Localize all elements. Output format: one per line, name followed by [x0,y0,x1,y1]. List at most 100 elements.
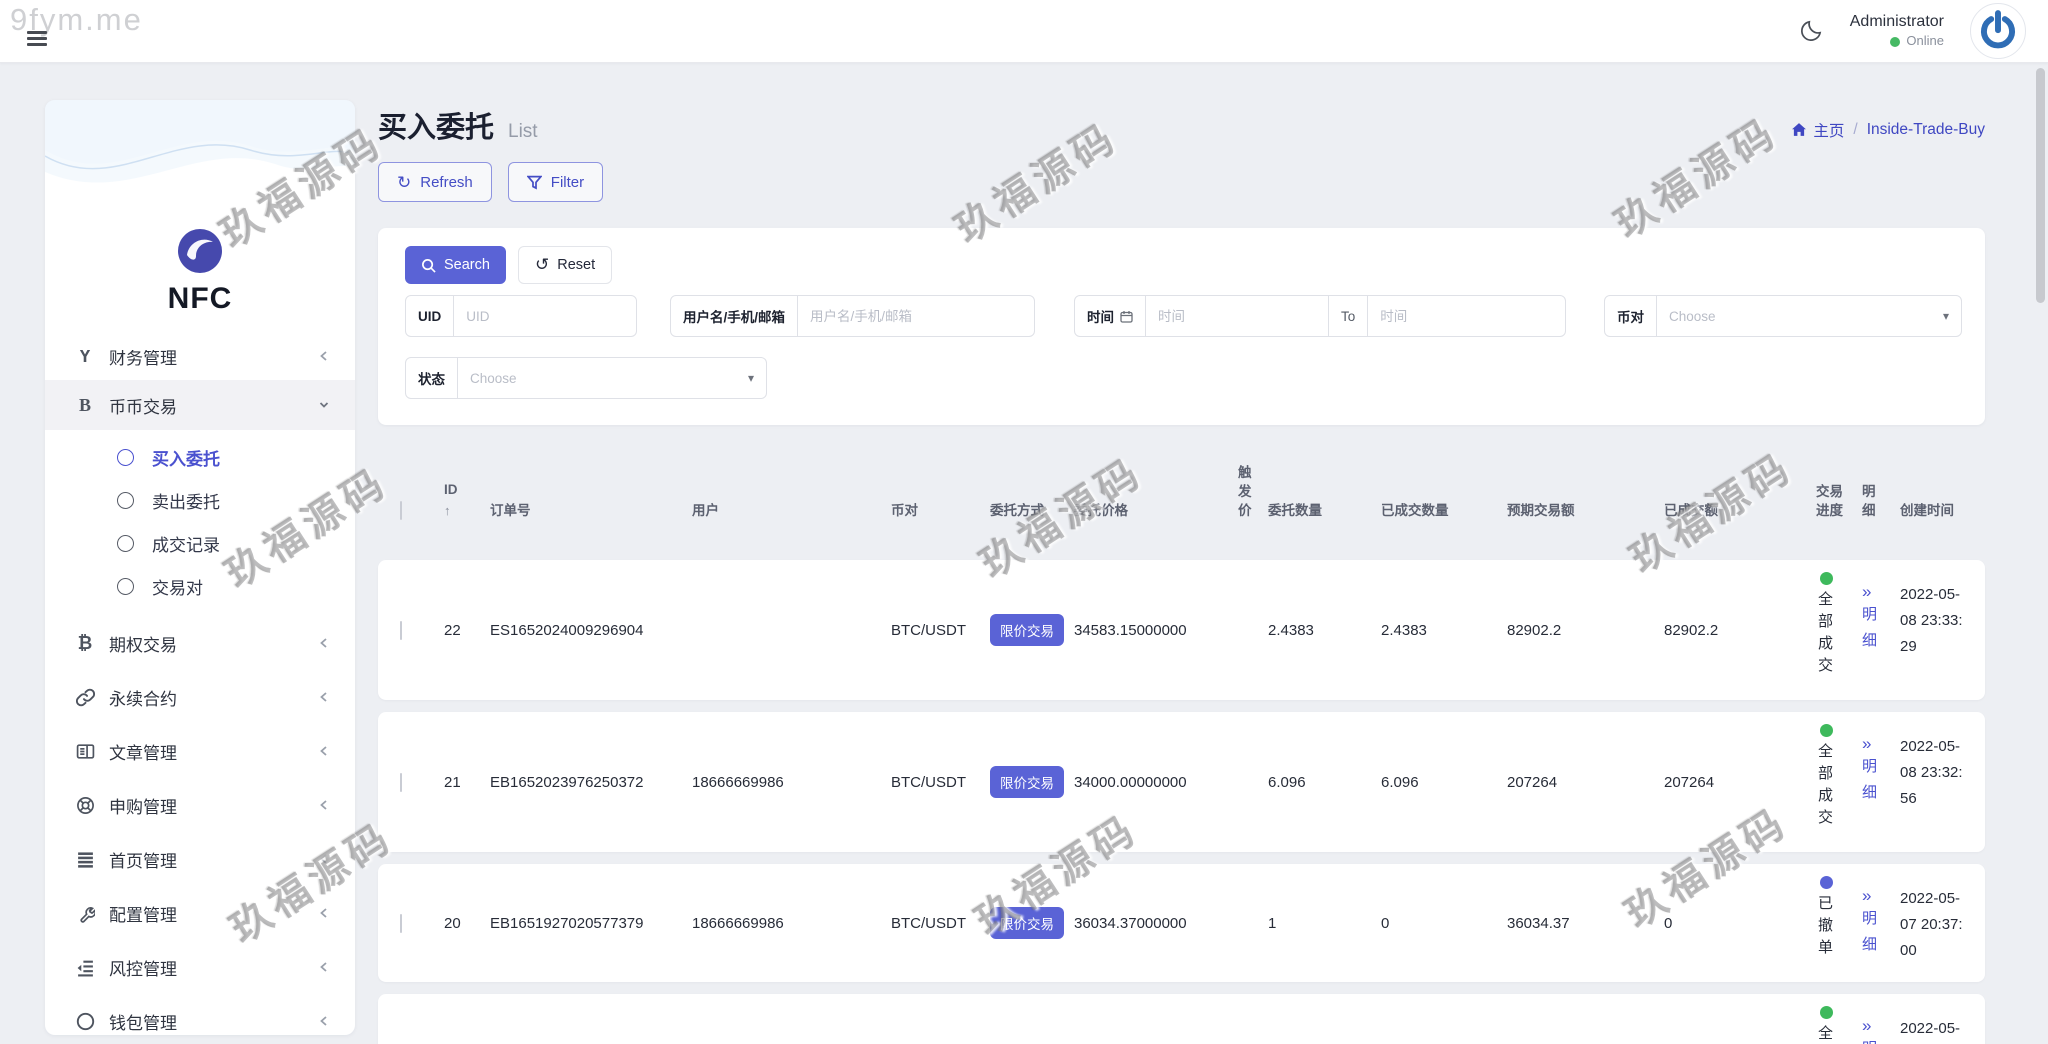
coin-trade-icon: B [73,395,97,416]
user-filter-input[interactable] [798,296,1034,336]
cell-filled: 6.096 [1381,774,1507,791]
bullet-circle-icon [117,535,134,552]
sidebar-item-trade-records[interactable]: 成交记录 [45,522,355,565]
cell-amount: 6.096 [1268,774,1381,791]
breadcrumb-home[interactable]: 主页 [1791,119,1844,141]
status-dot [1820,724,1833,737]
time-from-input[interactable] [1146,296,1328,336]
row-checkbox[interactable] [400,914,402,933]
avatar[interactable] [1970,3,2026,59]
cell-pair: BTC/USDT [891,774,990,791]
cell-expected: 36034.37 [1507,915,1664,932]
status-text: 全部成交 [1818,741,1835,829]
order-type-badge: 限价交易 [990,766,1064,798]
col-detail: 明细 [1862,482,1900,520]
user-filter-group: 用户名/手机/邮箱 [670,295,1035,337]
detail-link[interactable]: 明细 [1862,754,1879,806]
sidebar-item-risk-control[interactable]: 风控管理 [45,940,355,994]
col-trigger-price: 触发价 [1238,463,1268,520]
brand-name: NFC [45,282,355,316]
page-toolbar: ↻ Refresh Filter [378,162,603,202]
cell-expected: 82902.2 [1507,622,1664,639]
menu-toggle-icon[interactable] [27,31,47,49]
status-dot [1820,876,1833,889]
caret-down-icon: ▾ [1943,309,1949,323]
sidebar-group-coin-trade[interactable]: B 币币交易 [45,380,355,430]
sidebar-item-sell-orders[interactable]: 卖出委托 [45,479,355,522]
status-dot [1820,572,1833,585]
sidebar-item-options-trade[interactable]: ₿ 期权交易 [45,616,355,670]
cell-progress: 已撤单 [1816,864,1862,982]
expand-row-link[interactable]: » [1862,582,1900,602]
detail-link[interactable]: 明细 [1862,1036,1879,1044]
cell-progress: 全部成交 [1816,560,1862,700]
wrench-icon [73,904,97,923]
brand[interactable]: NFC [45,228,355,316]
cell-detail: » 明细 [1862,864,1900,982]
table-body: 22 ES1652024009296904 BTC/USDT 限价交易 3458… [378,560,1985,1044]
sidebar-item-buy-orders[interactable]: 买入委托 [45,436,355,479]
sidebar-item-subscription[interactable]: 申购管理 [45,778,355,832]
sidebar-item-wallet[interactable]: 钱包管理 [45,994,355,1035]
sidebar-item-finance-clipped[interactable]: Y 财务管理 [45,350,355,380]
funnel-icon [527,175,542,190]
expand-row-link[interactable]: » [1862,886,1900,906]
cell-created-at: 2022-05-07 20:37:00 [1900,864,1985,982]
table-row: 19 18666669986 BTC/USDT 限价交易 全部成交 » 明细 2… [378,994,1985,1044]
search-icon [421,258,436,273]
page-scrollbar[interactable] [2036,68,2045,303]
col-amount: 委托数量 [1268,501,1381,520]
topbar: 9fym.me Administrator Online [0,0,2048,63]
sidebar-item-homepage[interactable]: 首页管理 [45,832,355,886]
sidebar-item-config[interactable]: 配置管理 [45,886,355,940]
time-to-input[interactable] [1368,296,1565,336]
sidebar-item-trading-pairs[interactable]: 交易对 [45,565,355,608]
bullet-circle-icon [117,449,134,466]
pair-select[interactable]: Choose ▾ [1657,296,1961,336]
reset-button[interactable]: ↺ Reset [518,246,612,284]
detail-link[interactable]: 明细 [1862,906,1879,958]
status-filter-group: 状态 Choose ▾ [405,357,767,399]
cell-order-no: ES1652024009296904 [490,622,692,639]
col-id[interactable]: ID↑ [444,480,490,520]
detail-link[interactable]: 明细 [1862,602,1879,654]
time-to-label: To [1328,296,1368,336]
cell-created-at: 2022-05- [1900,994,1985,1044]
sidebar-item-perpetual[interactable]: 永续合约 [45,670,355,724]
row-checkbox[interactable] [400,621,402,640]
bullet-circle-icon [117,492,134,509]
user-menu[interactable]: Administrator Online [1850,13,1944,49]
cell-filled-total: 207264 [1664,774,1816,791]
cell-price: 34000.00000000 [1074,774,1238,791]
breadcrumb-current[interactable]: Inside-Trade-Buy [1867,121,1985,139]
cell-progress: 全部成交 [1816,994,1862,1044]
newspaper-icon [73,742,97,761]
sidebar: NFC Y 财务管理 B 币币交易 [45,100,355,1035]
sidebar-wave-decoration [45,100,355,218]
refresh-button[interactable]: ↻ Refresh [378,162,492,202]
select-all-checkbox[interactable] [400,501,402,520]
pair-filter-label: 币对 [1605,296,1657,336]
page-title: 买入委托 [378,104,494,146]
expand-row-link[interactable]: » [1862,1016,1900,1036]
user-filter-label: 用户名/手机/邮箱 [671,296,798,336]
row-checkbox[interactable] [400,773,402,792]
col-filled-amount: 已成交数量 [1381,501,1507,520]
sort-asc-icon: ↑ [444,501,490,520]
search-button[interactable]: Search [405,246,506,284]
status-dot [1820,1006,1833,1019]
lifebuoy-icon [73,796,97,815]
user-name: Administrator [1850,13,1944,31]
circle-icon [73,1012,97,1031]
sidebar-item-articles[interactable]: 文章管理 [45,724,355,778]
expand-row-link[interactable]: » [1862,734,1900,754]
cell-filled: 2.4383 [1381,622,1507,639]
status-text: 全部成交 [1818,589,1835,677]
uid-input[interactable] [454,296,636,336]
cell-price: 34583.15000000 [1074,622,1238,639]
status-select[interactable]: Choose ▾ [458,358,766,398]
coin-trade-submenu: 买入委托 卖出委托 成交记录 交易对 [45,430,355,612]
filter-button[interactable]: Filter [508,162,603,202]
dark-mode-moon-icon[interactable] [1798,18,1824,44]
online-status-label: Online [1906,34,1944,49]
